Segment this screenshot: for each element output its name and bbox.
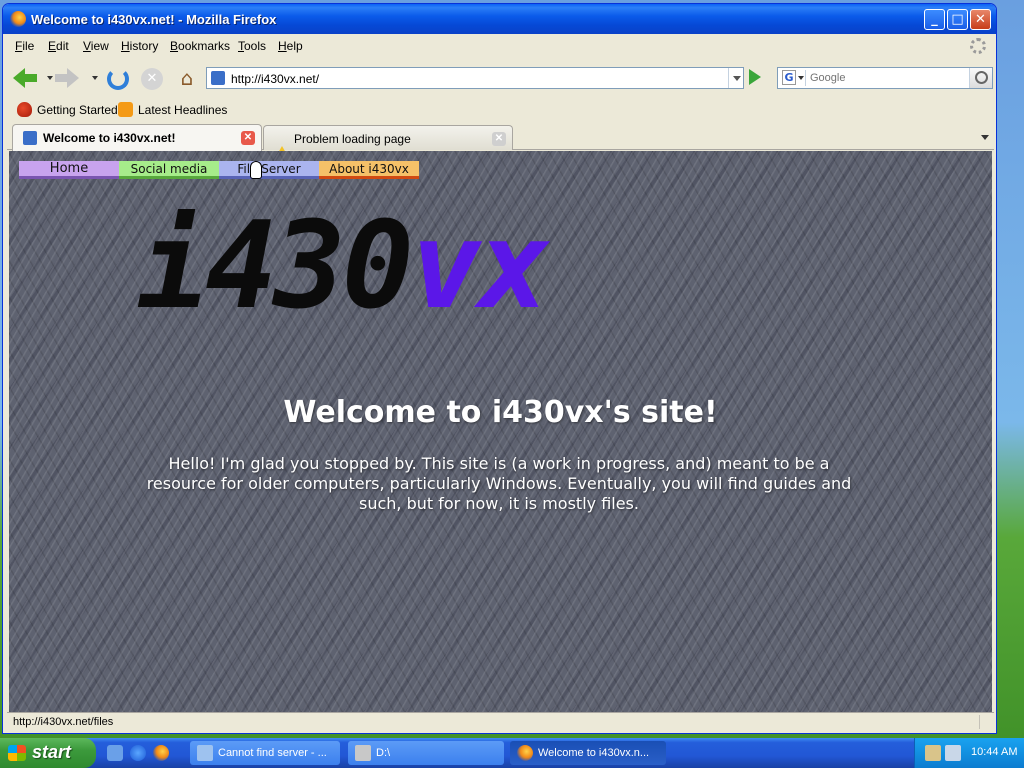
start-button[interactable]: start: [0, 738, 96, 768]
warning-icon: [274, 132, 290, 160]
search-icon[interactable]: [969, 68, 992, 88]
site-nav-file-server[interactable]: File Server: [219, 161, 319, 179]
address-input[interactable]: http://i430vx.net/: [231, 72, 319, 86]
firefox-bookmark-icon: [17, 102, 32, 117]
forward-arrow-icon: [67, 68, 79, 88]
firefox-window: Welcome to i430vx.net! - Mozilla Firefox…: [2, 3, 997, 734]
status-text: http://i430vx.net/files: [13, 716, 114, 728]
navigation-toolbar: ✕ ⌂ http://i430vx.net/ G: [7, 60, 994, 96]
close-button[interactable]: ✕: [970, 9, 991, 30]
window-title: Welcome to i430vx.net! - Mozilla Firefox: [31, 12, 277, 27]
menu-bookmarks[interactable]: Bookmarks: [170, 39, 230, 53]
url-history-dropdown-icon[interactable]: [728, 68, 744, 88]
resize-grip-icon[interactable]: [979, 715, 993, 729]
forward-arrow-icon-tail: [55, 74, 67, 82]
task-label: Welcome to i430vx.n...: [538, 747, 650, 759]
search-input[interactable]: [810, 70, 966, 86]
tray-app-icon[interactable]: [925, 745, 941, 761]
address-bar[interactable]: http://i430vx.net/: [206, 67, 744, 89]
page-content: Home Social media File Server About i430…: [9, 151, 992, 712]
site-logo: i430vx: [137, 207, 867, 327]
minimize-button[interactable]: _: [924, 9, 945, 30]
task-label: Cannot find server - ...: [218, 747, 327, 759]
tab-label: Welcome to i430vx.net!: [43, 131, 176, 145]
back-arrow-icon-tail: [25, 74, 37, 82]
logo-part-vx: vx: [409, 197, 550, 336]
google-icon: G: [782, 70, 796, 85]
taskbar: start Cannot find server - ... D:\ Welco…: [0, 738, 1024, 768]
windows-logo-icon: [8, 745, 26, 761]
firefox-icon: [517, 745, 533, 761]
menu-tools[interactable]: Tools: [238, 39, 266, 53]
ie-window-icon: [197, 745, 213, 761]
tab-close-icon[interactable]: ✕: [241, 131, 255, 145]
menu-view[interactable]: View: [83, 39, 109, 53]
logo-part-i430: i430: [137, 197, 414, 336]
stop-icon[interactable]: ✕: [141, 68, 163, 90]
search-engine-selector[interactable]: G: [780, 70, 806, 86]
taskbar-item-drive-d[interactable]: D:\: [348, 741, 504, 765]
taskbar-item-cannot-find-server[interactable]: Cannot find server - ...: [190, 741, 340, 765]
tray-network-icon[interactable]: [945, 745, 961, 761]
internet-explorer-icon[interactable]: [130, 745, 146, 761]
back-arrow-icon: [13, 68, 25, 88]
bookmark-label: Latest Headlines: [138, 103, 228, 117]
start-label: start: [32, 742, 72, 762]
menu-edit[interactable]: Edit: [48, 39, 69, 53]
search-bar: G: [777, 67, 993, 89]
home-icon[interactable]: ⌂: [175, 67, 199, 89]
tab-label: Problem loading page: [294, 132, 411, 146]
forward-history-dropdown-icon[interactable]: [92, 76, 98, 80]
title-bar[interactable]: Welcome to i430vx.net! - Mozilla Firefox…: [3, 4, 996, 34]
firefox-icon: [10, 11, 26, 27]
firefox-quicklaunch-icon[interactable]: [153, 745, 169, 761]
maximize-button[interactable]: □: [947, 9, 968, 30]
bookmark-label: Getting Started: [37, 103, 118, 117]
tab-strip: Welcome to i430vx.net! ✕ Problem loading…: [7, 123, 994, 160]
task-label: D:\: [376, 747, 391, 759]
throbber-icon: [970, 38, 986, 54]
status-bar: http://i430vx.net/files: [7, 712, 994, 732]
back-history-dropdown-icon[interactable]: [47, 76, 53, 80]
menu-help[interactable]: Help: [278, 39, 303, 53]
site-nav-social-media[interactable]: Social media: [119, 161, 219, 179]
mouse-pointer-icon: [250, 161, 262, 179]
drive-icon: [355, 745, 371, 761]
system-tray: 10:44 AM: [914, 738, 1024, 768]
clock[interactable]: 10:44 AM: [971, 746, 1017, 758]
taskbar-item-firefox[interactable]: Welcome to i430vx.n...: [510, 741, 666, 765]
site-favicon-icon: [211, 71, 225, 85]
menu-file[interactable]: File: [15, 39, 34, 53]
tab-close-icon[interactable]: ✕: [492, 132, 506, 146]
page-heading: Welcome to i430vx's site!: [283, 395, 718, 430]
rss-icon: [118, 102, 133, 117]
tab-welcome[interactable]: Welcome to i430vx.net! ✕: [12, 124, 262, 151]
tab-list-dropdown-icon[interactable]: [977, 127, 993, 147]
chevron-down-icon: [798, 76, 804, 80]
site-nav-home[interactable]: Home: [19, 161, 119, 179]
go-arrow-icon[interactable]: [749, 69, 761, 85]
reload-icon[interactable]: [107, 68, 129, 90]
site-favicon-icon: [23, 131, 37, 145]
show-desktop-icon[interactable]: [107, 745, 123, 761]
menu-history[interactable]: History: [121, 39, 158, 53]
bookmarks-toolbar: Getting Started Latest Headlines: [7, 99, 994, 121]
site-nav-about[interactable]: About i430vx: [319, 161, 419, 179]
tab-problem-loading[interactable]: Problem loading page ✕: [263, 125, 513, 160]
intro-paragraph: Hello! I'm glad you stopped by. This sit…: [146, 454, 852, 513]
menu-bar: File Edit View History Bookmarks Tools H…: [7, 35, 994, 57]
